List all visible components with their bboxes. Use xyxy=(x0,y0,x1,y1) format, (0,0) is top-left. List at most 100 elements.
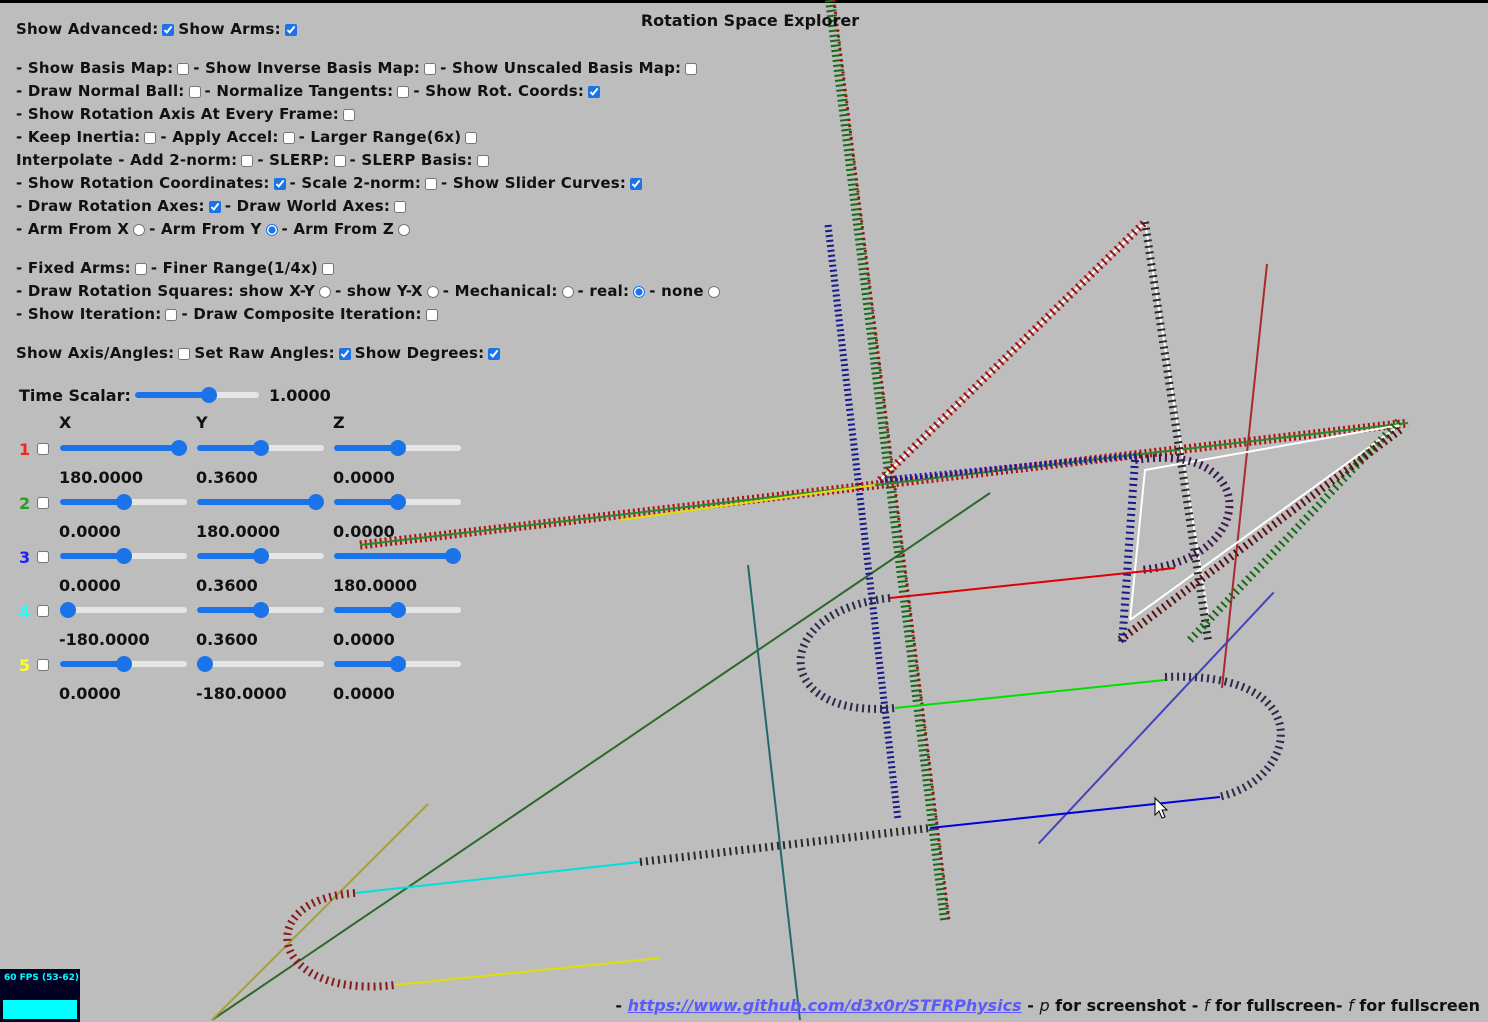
arm-from-x-label: - Arm From X xyxy=(16,220,130,238)
options-row-normal: - Draw Normal Ball: - Normalize Tangents:… xyxy=(16,82,604,100)
apply-accel-label: - Apply Accel: xyxy=(160,128,279,146)
time-scalar-slider[interactable] xyxy=(135,387,259,403)
slider-thumb[interactable] xyxy=(308,494,324,510)
fps-meter[interactable]: 60 FPS (53-62) xyxy=(0,969,80,1022)
rotation-z-slider[interactable] xyxy=(334,656,461,672)
slider-fill xyxy=(334,499,398,505)
rotation-y-value: 0.3600 xyxy=(196,468,258,487)
slider-curve-cyan xyxy=(354,861,641,894)
show-basis-map-checkbox[interactable] xyxy=(177,62,190,75)
draw-world-axes-checkbox[interactable] xyxy=(394,200,407,213)
show-rot-coords-checkbox[interactable] xyxy=(588,85,601,98)
rotation-enable-checkbox[interactable] xyxy=(37,443,49,455)
rotation-y-slider[interactable] xyxy=(197,494,324,510)
tick-curve xyxy=(639,824,931,866)
rotation-z-slider[interactable] xyxy=(334,494,461,510)
draw-rotation-axes-checkbox[interactable] xyxy=(208,200,221,213)
slider-thumb[interactable] xyxy=(252,602,269,618)
options-row-interpolate: Interpolate - Add 2-norm: - SLERP: - SLERP… xyxy=(16,151,493,169)
rotation-y-value: 0.3600 xyxy=(196,630,258,649)
rotation-y-slider[interactable] xyxy=(197,440,324,456)
set-raw-angles-checkbox[interactable] xyxy=(338,347,351,360)
real-label: - real: xyxy=(577,282,630,300)
mechanical-radio[interactable] xyxy=(561,285,574,298)
rotation-z-slider[interactable] xyxy=(334,548,461,564)
add-2norm-checkbox[interactable] xyxy=(241,154,254,167)
show-rotation-coordinates-checkbox[interactable] xyxy=(273,177,286,190)
real-radio[interactable] xyxy=(633,285,646,298)
finer-range-checkbox[interactable] xyxy=(321,262,334,275)
slider-thumb[interactable] xyxy=(389,440,406,456)
slerp-basis-checkbox[interactable] xyxy=(476,154,489,167)
slider-thumb[interactable] xyxy=(115,656,132,672)
arm-line xyxy=(619,484,876,521)
show-y-x-radio[interactable] xyxy=(426,285,439,298)
rotation-x-slider[interactable] xyxy=(60,494,187,510)
slider-thumb[interactable] xyxy=(252,440,269,456)
rotation-enable-checkbox[interactable] xyxy=(37,551,49,563)
arm-from-x-radio[interactable] xyxy=(133,223,146,236)
slider-thumb[interactable] xyxy=(60,602,76,618)
github-link[interactable]: https://www.github.com/d3x0r/STFRPhysics xyxy=(628,996,1022,1015)
draw-normal-ball-checkbox[interactable] xyxy=(188,85,201,98)
options-row-arm-from: - Arm From X - Arm From Y - Arm From Z xyxy=(16,220,414,238)
arm-from-z-radio[interactable] xyxy=(397,223,410,236)
show-slider-curves-checkbox[interactable] xyxy=(630,177,643,190)
rotation-x-slider[interactable] xyxy=(60,602,187,618)
slider-thumb[interactable] xyxy=(252,548,269,564)
time-scalar-value: 1.0000 xyxy=(269,386,331,405)
rotation-number: 2 xyxy=(19,494,31,513)
slider-fill xyxy=(197,499,316,505)
rotation-enable-checkbox[interactable] xyxy=(37,497,49,509)
scale-2norm-checkbox[interactable] xyxy=(425,177,438,190)
slider-thumb[interactable] xyxy=(115,494,132,510)
larger-range-checkbox[interactable] xyxy=(465,131,478,144)
keep-inertia-label: - Keep Inertia: xyxy=(16,128,141,146)
show-inverse-basis-map-label: - Show Inverse Basis Map: xyxy=(193,59,421,77)
rotation-x-slider[interactable] xyxy=(60,656,187,672)
show-inverse-basis-map-checkbox[interactable] xyxy=(424,62,437,75)
apply-accel-checkbox[interactable] xyxy=(282,131,295,144)
show-iteration-checkbox[interactable] xyxy=(165,308,178,321)
show-x-y-radio[interactable] xyxy=(319,285,332,298)
show-axis-angles-checkbox[interactable] xyxy=(178,347,191,360)
slider-thumb[interactable] xyxy=(445,548,461,564)
arm-from-y-radio[interactable] xyxy=(265,223,278,236)
slider-thumb[interactable] xyxy=(389,602,406,618)
show-rotation-axis-checkbox[interactable] xyxy=(342,108,355,121)
none-radio[interactable] xyxy=(707,285,720,298)
show-advanced-checkbox[interactable] xyxy=(162,23,175,36)
rotation-enable-checkbox[interactable] xyxy=(37,605,49,617)
keep-inertia-checkbox[interactable] xyxy=(144,131,157,144)
white-arrow xyxy=(879,219,1209,616)
options-row-axes: - Draw Rotation Axes: - Draw World Axes: xyxy=(16,197,410,215)
rotation-enable-checkbox[interactable] xyxy=(37,659,49,671)
slerp-basis-label: - SLERP Basis: xyxy=(349,151,473,169)
fixed-arms-checkbox[interactable] xyxy=(134,262,147,275)
show-arms-checkbox[interactable] xyxy=(284,23,297,36)
rotation-x-slider[interactable] xyxy=(60,548,187,564)
rotation-y-slider[interactable] xyxy=(197,548,324,564)
footer: - https://www.github.com/d3x0r/STFRPhysi… xyxy=(615,996,1480,1015)
rotation-axis xyxy=(824,224,902,821)
slider-thumb[interactable] xyxy=(197,656,213,672)
slider-thumb[interactable] xyxy=(115,548,132,564)
rotation-z-slider[interactable] xyxy=(334,602,461,618)
draw-composite-iteration-checkbox[interactable] xyxy=(425,308,438,321)
rotation-axis xyxy=(825,0,950,921)
slerp-checkbox[interactable] xyxy=(333,154,346,167)
normalize-tangents-checkbox[interactable] xyxy=(397,85,410,98)
show-degrees-checkbox[interactable] xyxy=(488,347,501,360)
rotation-z-slider[interactable] xyxy=(334,440,461,456)
draw-world-axes-label: - Draw World Axes: xyxy=(224,197,391,215)
rotation-x-slider[interactable] xyxy=(60,440,187,456)
show-rotation-axis-label: - Show Rotation Axis At Every Frame: xyxy=(16,105,339,123)
show-iteration-label: - Show Iteration: xyxy=(16,305,162,323)
rotation-y-slider[interactable] xyxy=(197,656,324,672)
slider-thumb[interactable] xyxy=(171,440,187,456)
rotation-y-slider[interactable] xyxy=(197,602,324,618)
slider-thumb[interactable] xyxy=(389,494,406,510)
show-unscaled-basis-map-checkbox[interactable] xyxy=(685,62,698,75)
x-header: X xyxy=(59,413,72,432)
slider-thumb[interactable] xyxy=(389,656,406,672)
